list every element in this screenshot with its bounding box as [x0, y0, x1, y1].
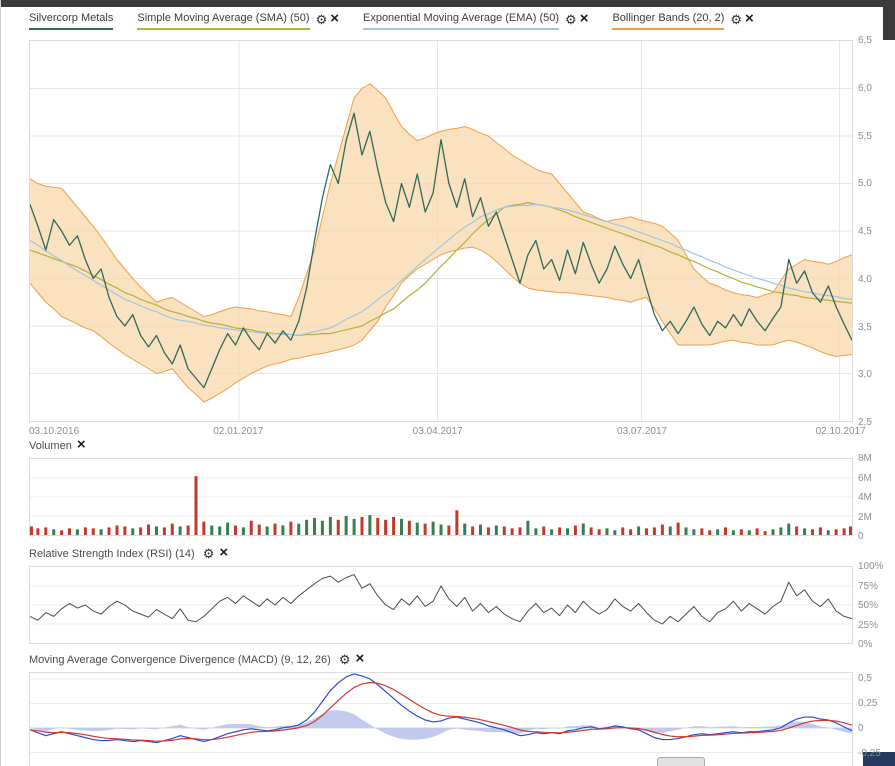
legend-indicator-sma[interactable]: Simple Moving Average (SMA) (50) ⚙ × — [137, 12, 339, 30]
gear-icon[interactable]: ⚙ — [339, 653, 351, 666]
y-axis-label: 4M — [858, 492, 872, 503]
y-axis-label: 0% — [858, 639, 872, 650]
y-axis-label: 75% — [858, 581, 878, 592]
legend-indicator-ema[interactable]: Exponential Moving Average (EMA) (50) ⚙ … — [363, 12, 588, 30]
y-axis-label: 3,0 — [858, 369, 872, 380]
gear-icon[interactable]: ⚙ — [203, 547, 215, 560]
macd-panel-label: Moving Average Convergence Divergence (M… — [29, 654, 331, 666]
close-icon[interactable]: × — [745, 11, 754, 26]
close-icon[interactable]: × — [77, 437, 86, 452]
window-top-bar — [1, 0, 895, 7]
y-axis-label: 5,0 — [858, 178, 872, 189]
y-axis-label: 8M — [858, 453, 872, 464]
vol-panel-title: Volumen × — [29, 440, 86, 452]
ema-label: Exponential Moving Average (EMA) (50) — [363, 12, 559, 30]
y-axis-label: 6M — [858, 473, 872, 484]
gear-icon[interactable]: ⚙ — [565, 13, 577, 26]
close-icon[interactable]: × — [356, 651, 365, 666]
y-axis-label: 0 — [858, 723, 864, 734]
legend-symbol[interactable]: Silvercorp Metals — [29, 12, 113, 30]
window-top-corner — [883, 0, 895, 40]
y-axis-label: 50% — [858, 600, 878, 611]
chart-legend: Silvercorp Metals Simple Moving Average … — [29, 12, 754, 30]
close-icon[interactable]: × — [330, 11, 339, 26]
y-axis-label: 2M — [858, 512, 872, 523]
rsi-panel-label: Relative Strength Index (RSI) (14) — [29, 548, 195, 560]
legend-indicator-bollinger[interactable]: Bollinger Bands (20, 2) ⚙ × — [612, 12, 753, 30]
close-icon[interactable]: × — [580, 11, 589, 26]
x-axis-label: 03.10.2016 — [29, 426, 79, 437]
price-chart-plot[interactable] — [29, 40, 853, 422]
y-axis-label: 0,5 — [858, 673, 872, 684]
close-icon[interactable]: × — [219, 545, 228, 560]
macd-panel-title: Moving Average Convergence Divergence (M… — [29, 654, 364, 666]
x-axis-label: 02.01.2017 — [213, 426, 263, 437]
rsi-chart-plot[interactable] — [29, 566, 853, 644]
volume-chart-plot[interactable] — [29, 458, 853, 536]
bollinger-label: Bollinger Bands (20, 2) — [612, 12, 724, 30]
partial-button[interactable] — [657, 757, 705, 766]
y-axis-label: 3,5 — [858, 322, 872, 333]
y-axis-label: 25% — [858, 620, 878, 631]
y-axis-label: 0,25 — [858, 698, 877, 709]
sma-label: Simple Moving Average (SMA) (50) — [137, 12, 309, 30]
y-axis-label: 4,0 — [858, 274, 872, 285]
y-axis-label: 5,5 — [858, 131, 872, 142]
x-axis-label: 03.04.2017 — [413, 426, 463, 437]
y-axis-label: 6,5 — [858, 35, 872, 46]
volume-panel-label: Volumen — [29, 440, 72, 452]
y-axis-label: 0 — [858, 531, 864, 542]
stock-chart-screen: Silvercorp Metals Simple Moving Average … — [0, 0, 895, 766]
x-axis-label: 03.07.2017 — [617, 426, 667, 437]
macd-chart-plot[interactable] — [29, 672, 853, 766]
gear-icon[interactable]: ⚙ — [316, 13, 328, 26]
y-axis-label: 4,5 — [858, 226, 872, 237]
symbol-label: Silvercorp Metals — [29, 12, 113, 30]
x-axis-label: 02.10.2017 — [816, 426, 866, 437]
y-axis-label: 6,0 — [858, 83, 872, 94]
y-axis-label: -0,25 — [858, 748, 881, 759]
rsi-panel-title: Relative Strength Index (RSI) (14) ⚙ × — [29, 548, 228, 560]
y-axis-label: 100% — [858, 561, 884, 572]
gear-icon[interactable]: ⚙ — [730, 13, 742, 26]
